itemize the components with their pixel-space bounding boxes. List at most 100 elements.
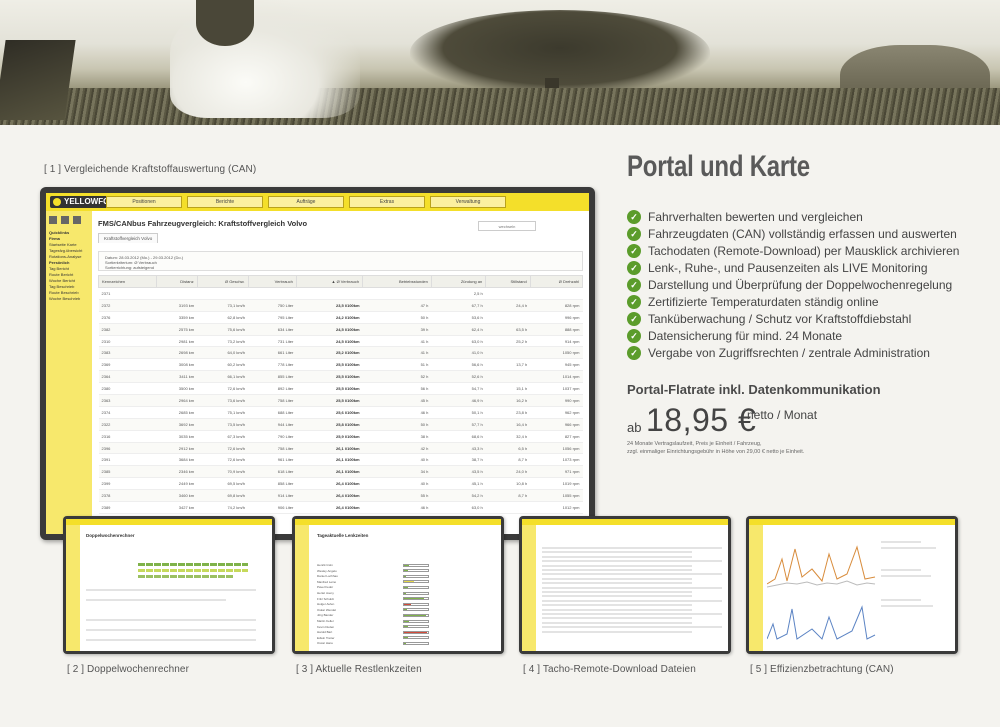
thumb-tacho-download[interactable] xyxy=(519,516,731,654)
table-row[interactable]: 2391 3684 km 72,6 km/h 961 Liter 26,1 l/100k… xyxy=(98,453,583,467)
table-cell: 25,2 h xyxy=(485,335,531,348)
thumb-file-row xyxy=(542,555,692,558)
table-row[interactable]: 2322 3692 km 73,5 km/h 944 Liter 25,8 l/100k… xyxy=(98,418,583,431)
table-row[interactable]: 2385 2346 km 70,9 km/h 618 Liter 26,1 l/100k… xyxy=(98,465,583,479)
table-cell: 2,5 h xyxy=(431,287,486,300)
home-icon[interactable] xyxy=(49,216,57,224)
table-row[interactable]: 2371 2,5 h xyxy=(98,287,583,300)
table-cell: 43,3 h xyxy=(431,442,486,455)
table-cell: 68,6 h xyxy=(431,430,486,443)
table-row[interactable]: 2310 2981 km 73,2 km/h 731 Liter 24,5 l/100k… xyxy=(98,335,583,348)
table-row[interactable]: 2396 2912 km 72,6 km/h 758 Liter 26,1 l/100k… xyxy=(98,442,583,455)
nav-extras[interactable]: Extras xyxy=(349,196,425,208)
sidebar-item[interactable]: Woche Beschrieb xyxy=(49,296,89,302)
nav-auftraege[interactable]: Aufträge xyxy=(268,196,344,208)
column-header[interactable]: Kennzeichen xyxy=(98,275,157,288)
table-row[interactable]: 2399 2449 km 69,5 km/h 858 Liter 26,4 l/100k… xyxy=(98,477,583,491)
column-header[interactable]: Ø Geschw. xyxy=(196,275,249,288)
car-icon[interactable] xyxy=(61,216,69,224)
column-header[interactable]: Stillstand xyxy=(485,275,531,288)
thumb-file-row xyxy=(542,621,692,624)
table-row[interactable]: 2316 3035 km 67,3 km/h 790 Liter 25,9 l/100k… xyxy=(98,430,583,443)
table-cell: 2376 xyxy=(98,311,157,324)
thumb-topbar xyxy=(66,519,272,525)
feature-item: ✓ Lenk-, Ruhe-, und Pausenzeiten als LIVE… xyxy=(627,260,959,277)
thumb-sidebar xyxy=(522,525,536,651)
table-cell: 661 Liter xyxy=(248,346,297,360)
caption-main: [ 1 ] Vergleichende Kraftstoffauswertung… xyxy=(44,164,257,175)
check-icon: ✓ xyxy=(627,312,641,326)
thumb-file-row xyxy=(542,551,692,554)
table-row[interactable]: 2380 3500 km 72,6 km/h 892 Liter 25,5 l/100k… xyxy=(98,382,583,396)
thumb-doppelwochenrechner[interactable]: Doppelwochenrechner xyxy=(63,516,275,654)
table-cell: 25,5 l/100km xyxy=(296,370,363,384)
table-cell: 73,5 km/h xyxy=(197,418,249,431)
table-row[interactable]: 2378 3460 km 69,8 km/h 914 Liter 26,4 l/100k… xyxy=(98,489,583,503)
drive-time-fill xyxy=(404,592,407,594)
table-row[interactable]: 2372 3193 km 73,1 km/h 750 Liter 23,5 l/100k… xyxy=(98,299,583,312)
drive-time-fill xyxy=(404,614,426,616)
tab-kraftstoffvergleich[interactable]: Kraftstoffvergleich Volvo xyxy=(98,233,159,243)
table-cell: 2310 xyxy=(98,335,157,348)
table-cell: 16,2 h xyxy=(485,394,531,407)
table-cell: 2382 xyxy=(98,323,157,336)
feature-text: Tanküberwachung / Schutz vor Kraftstoffd… xyxy=(648,312,912,326)
table-cell: 23,8 h xyxy=(485,406,531,419)
table-cell: 2389 xyxy=(98,501,157,514)
table-row[interactable]: 2374 2685 km 75,1 km/h 688 Liter 25,6 l/100k… xyxy=(98,406,583,419)
switch-button[interactable]: wechseln xyxy=(478,221,536,231)
table-cell: 62,8 km/h xyxy=(197,311,249,324)
column-header[interactable]: Ø Drehzahl xyxy=(529,275,584,288)
check-icon: ✓ xyxy=(627,346,641,360)
table-row[interactable]: 2364 3411 km 66,1 km/h 855 Liter 25,5 l/100k… xyxy=(98,370,583,384)
caption-t4: [ 4 ] Tacho-Remote-Download Dateien xyxy=(523,664,696,675)
table-row[interactable]: 2363 2964 km 73,6 km/h 758 Liter 25,5 l/100k… xyxy=(98,394,583,407)
nav-berichte[interactable]: Berichte xyxy=(187,196,263,208)
main-screenshot: YELLOWFOX Positionen Berichte Aufträge E… xyxy=(46,193,589,534)
column-header[interactable]: Zündung an xyxy=(430,275,487,288)
price-note: 24 Monate Vertragslaufzeit, Preis je Ein… xyxy=(627,440,804,456)
price-unit: netto / Monat xyxy=(747,408,818,422)
table-header: Kennzeichen Distanz Ø Geschw. Verbrauch ▲ Ø … xyxy=(98,275,584,288)
table-row[interactable]: 2376 3359 km 62,8 km/h 795 Liter 24,2 l/100k… xyxy=(98,311,583,324)
column-header[interactable]: ▲ Ø Verbrauch xyxy=(295,275,364,288)
table-row[interactable]: 2389 3427 km 74,2 km/h 906 Liter 26,4 l/100k… xyxy=(98,501,583,514)
feature-item: ✓ Datensicherung für mind. 24 Monate xyxy=(627,328,959,345)
feature-text: Fahrverhalten bewerten und vergleichen xyxy=(648,210,863,224)
column-header[interactable]: Verbrauch xyxy=(247,275,297,288)
nav-positionen[interactable]: Positionen xyxy=(106,196,182,208)
table-cell: 3692 km xyxy=(156,418,198,431)
thumb-restlenkzeiten[interactable]: Tageaktuelle Lenkzeiten Henrik Irwin Wesl… xyxy=(292,516,504,654)
print-icon[interactable] xyxy=(73,216,81,224)
table-cell: 40 h xyxy=(362,477,432,491)
table-cell: 827 rpm xyxy=(530,430,583,443)
nav-verwaltung[interactable]: Verwaltung xyxy=(430,196,506,208)
drive-time-fill xyxy=(404,609,407,611)
thumb-sidebar xyxy=(749,525,763,651)
table-cell: 1014 rpm xyxy=(530,370,583,384)
table-cell xyxy=(248,287,297,300)
table-cell: 2346 km xyxy=(156,465,198,479)
table-body: 2371 2,5 h 2372 3193 km 73,1 km/h 750 Liter 23… xyxy=(98,287,583,514)
table-row[interactable]: 2383 2698 km 64,0 km/h 661 Liter 25,2 l/100k… xyxy=(98,346,583,360)
table-cell: 2575 km xyxy=(156,323,198,336)
table-cell: 64,0 km/h xyxy=(197,346,249,360)
table-cell: 996 rpm xyxy=(530,311,583,324)
table-cell xyxy=(485,346,531,360)
table-cell: 2372 xyxy=(98,299,157,312)
drive-time-fill xyxy=(404,581,414,583)
info-line: Sortierrichtung: aufsteigend xyxy=(105,265,154,270)
drive-time-bar xyxy=(403,591,429,595)
column-header[interactable]: Betriebsstunden xyxy=(362,275,432,288)
table-row[interactable]: 2369 3008 km 60,2 km/h 778 Liter 25,5 l/100k… xyxy=(98,358,583,372)
table-cell: 60,2 km/h xyxy=(197,358,249,372)
driver-name: Wesley Angelo xyxy=(317,568,337,573)
thumb-effizienz[interactable] xyxy=(746,516,958,654)
feature-text: Vergabe von Zugriffsrechten / zentrale A… xyxy=(648,346,930,360)
table-cell: 2363 xyxy=(98,394,157,407)
feature-text: Darstellung und Überprüfung der Doppelwo… xyxy=(648,278,953,292)
table-cell: 25,9 l/100km xyxy=(296,430,363,443)
drive-time-fill xyxy=(404,642,407,644)
table-row[interactable]: 2382 2575 km 75,6 km/h 634 Liter 24,5 l/100k… xyxy=(98,323,583,336)
column-header[interactable]: Distanz xyxy=(155,275,198,288)
